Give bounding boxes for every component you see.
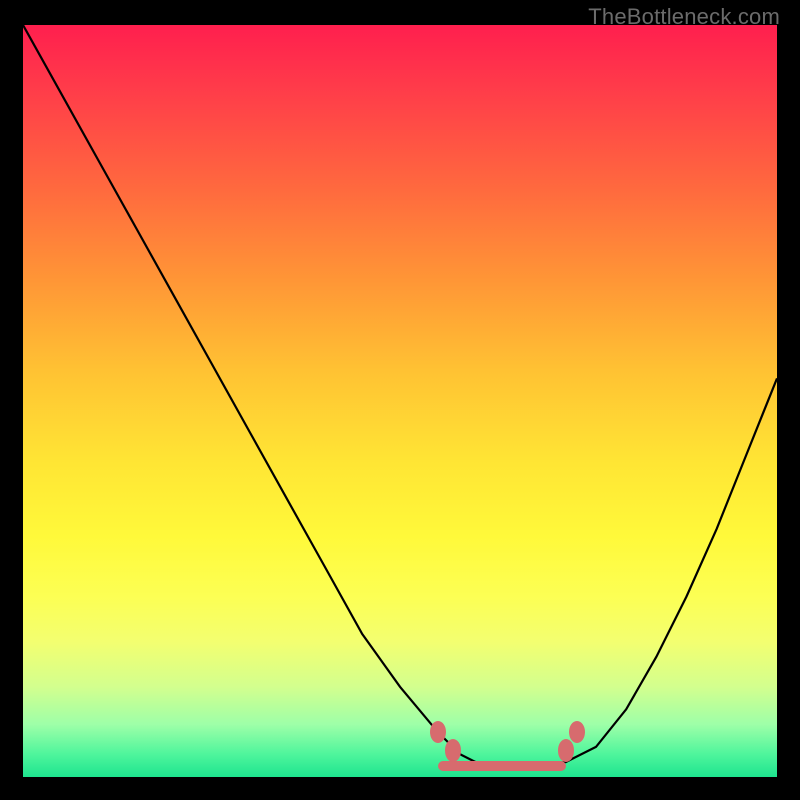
curve-marker: [445, 739, 461, 761]
bottleneck-curve: [23, 25, 777, 777]
valley-highlight: [438, 761, 566, 771]
gradient-plot-area: [23, 25, 777, 777]
curve-marker: [569, 721, 585, 743]
chart-frame: TheBottleneck.com: [0, 0, 800, 800]
curve-marker: [558, 739, 574, 761]
curve-marker: [430, 721, 446, 743]
